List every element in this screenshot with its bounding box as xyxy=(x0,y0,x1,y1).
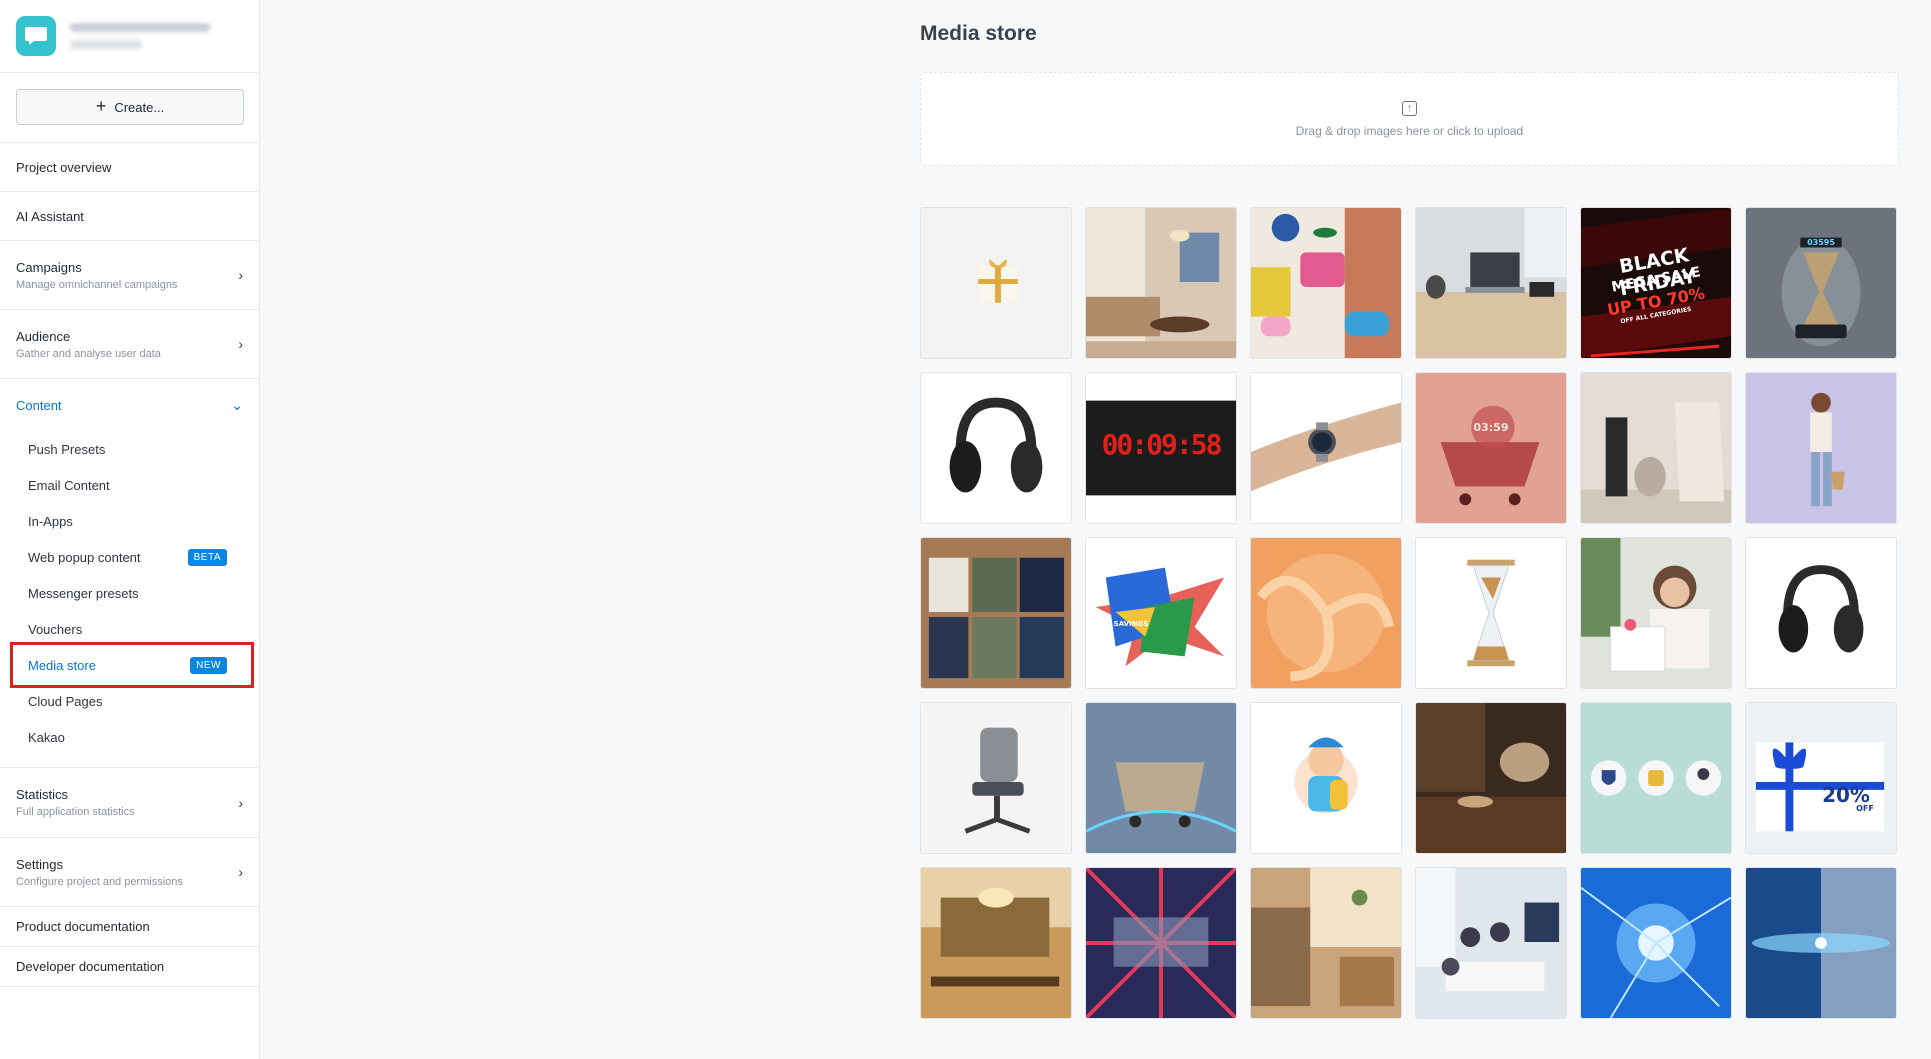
nav-developer-docs[interactable]: Developer documentation xyxy=(0,947,259,987)
media-tile-office-chair[interactable] xyxy=(920,702,1072,854)
nav-content[interactable]: Content ⌄ xyxy=(0,379,259,431)
media-grid: BLACK FRIDAY MEGA SALE UP TO 70% OFF ALL… xyxy=(920,207,1897,1019)
nav-sublabel: Full application statistics xyxy=(16,806,135,818)
media-tile-office-meeting[interactable] xyxy=(1415,867,1567,1019)
chevron-right-icon: › xyxy=(238,336,243,352)
content-item-media-store[interactable]: Media store NEW xyxy=(0,642,259,688)
nav-settings[interactable]: Settings Configure project and permissio… xyxy=(0,838,259,907)
nav-ai-assistant[interactable]: AI Assistant xyxy=(0,192,259,241)
chevron-right-icon: › xyxy=(238,864,243,880)
content-item-messenger-presets[interactable]: Messenger presets xyxy=(0,575,259,611)
content-item-label: Push Presets xyxy=(28,441,106,457)
media-tile-woman-opening-gift[interactable] xyxy=(1580,537,1732,689)
nav-label: Statistics xyxy=(16,787,69,802)
chevron-right-icon: › xyxy=(238,794,243,811)
upload-dropzone[interactable]: ↑ Drag & drop images here or click to up… xyxy=(920,72,1899,166)
content-item-kakao[interactable]: Kakao xyxy=(0,719,259,755)
cart-timer-text: 03:59 xyxy=(1473,421,1509,434)
beta-badge: BETA xyxy=(187,548,227,566)
media-tile-savings-graphic[interactable]: SAVINGS xyxy=(1085,537,1237,689)
media-tile-digital-clock[interactable]: 00:09:58 xyxy=(1085,372,1237,524)
app-logo xyxy=(16,16,56,56)
content-item-email-content[interactable]: Email Content xyxy=(0,467,259,503)
nav-label: Settings xyxy=(16,856,63,872)
media-tile-smartwatch[interactable] xyxy=(1250,372,1402,524)
hourglass-display: 03595 xyxy=(1807,238,1835,247)
clock-display: 00:09:58 xyxy=(1101,428,1223,461)
media-tile-hourglass-timer[interactable]: 03595 xyxy=(1745,207,1897,359)
nav-content-section: Content ⌄ Push Presets Email Content In-… xyxy=(0,379,259,768)
nav-label: Campaigns xyxy=(16,259,82,275)
media-tile-black-friday[interactable]: BLACK FRIDAY MEGA SALE UP TO 70% OFF ALL… xyxy=(1580,207,1732,359)
project-header[interactable] xyxy=(0,0,259,73)
sidebar: + Create... Project overview AI Assistan… xyxy=(0,0,260,1059)
media-tile-home-decor[interactable] xyxy=(1580,372,1732,524)
chevron-right-icon: › xyxy=(238,267,243,283)
nav-project-overview[interactable]: Project overview xyxy=(0,143,259,192)
content-item-in-apps[interactable]: In-Apps xyxy=(0,503,259,539)
media-tile-desk-laptop[interactable] xyxy=(1415,207,1567,359)
media-tile-restaurant-interior[interactable] xyxy=(920,867,1072,1019)
content-item-web-popup[interactable]: Web popup content BETA xyxy=(0,539,259,575)
media-tile-headphones-2[interactable] xyxy=(1745,537,1897,689)
content-item-push-presets[interactable]: Push Presets xyxy=(0,431,259,467)
plus-icon: + xyxy=(95,96,107,116)
nav-sublabel: Manage omnichannel campaigns xyxy=(16,278,178,291)
content-item-label: In-Apps xyxy=(28,513,73,529)
nav-statistics[interactable]: Statistics Full application statistics › xyxy=(0,768,259,838)
media-tile-fashion-accessories[interactable] xyxy=(1250,207,1402,359)
media-tile-hourglass[interactable] xyxy=(1415,537,1567,689)
media-tile-blue-light-burst[interactable] xyxy=(1580,867,1732,1019)
media-tile-blue-particles[interactable] xyxy=(1745,867,1897,1019)
content-item-label: Web popup content xyxy=(28,549,141,565)
discount-off-text: OFF xyxy=(1856,804,1874,813)
nav-label: Product documentation xyxy=(16,919,150,934)
media-tile-folded-clothes[interactable] xyxy=(920,537,1072,689)
media-tile-gift-box[interactable] xyxy=(920,207,1072,359)
content-item-cloud-pages[interactable]: Cloud Pages xyxy=(0,683,259,719)
savings-text: SAVINGS xyxy=(1113,620,1149,628)
nav-label: Project overview xyxy=(16,159,112,175)
nav-label: AI Assistant xyxy=(16,208,84,224)
media-tile-discount-gift[interactable]: 20% OFF xyxy=(1745,702,1897,854)
content-item-label: Kakao xyxy=(28,729,65,745)
nav-label: Audience xyxy=(16,328,71,344)
nav-campaigns[interactable]: Campaigns Manage omnichannel campaigns › xyxy=(0,241,259,310)
media-tile-living-room[interactable] xyxy=(1085,207,1237,359)
nav-product-docs[interactable]: Product documentation xyxy=(0,907,259,947)
content-item-label: Messenger presets xyxy=(28,585,139,601)
media-tile-orange-swirl[interactable] xyxy=(1250,537,1402,689)
selection-highlight xyxy=(10,642,254,688)
chevron-down-icon: ⌄ xyxy=(231,396,243,413)
create-button[interactable]: + Create... xyxy=(16,89,244,125)
page-title: Media store xyxy=(920,22,1037,45)
media-tile-cartoon-character[interactable] xyxy=(1250,702,1402,854)
create-label: Create... xyxy=(114,99,165,115)
upload-icon: ↑ xyxy=(1402,100,1417,116)
media-tile-futuristic-cart[interactable] xyxy=(1085,702,1237,854)
content-item-label: Email Content xyxy=(28,477,110,493)
media-tile-abstract-burst[interactable] xyxy=(1085,867,1237,1019)
media-tile-shopping-cart-timer[interactable]: 03:59 xyxy=(1415,372,1567,524)
nav-sublabel: Gather and analyse user data xyxy=(16,347,161,360)
content-item-label: Vouchers xyxy=(28,621,83,637)
media-tile-rustic-table[interactable] xyxy=(1415,702,1567,854)
media-tile-security-icons[interactable] xyxy=(1580,702,1732,854)
project-switcher[interactable] xyxy=(70,23,210,49)
upload-hint: Drag & drop images here or click to uplo… xyxy=(1295,123,1524,138)
nav-label: Content xyxy=(16,397,62,413)
nav-label: Developer documentation xyxy=(16,959,165,974)
media-tile-woman-shopping[interactable] xyxy=(1745,372,1897,524)
nav-sublabel: Configure project and permissions xyxy=(16,875,183,888)
media-tile-cozy-room[interactable] xyxy=(1250,867,1402,1019)
content-item-label: Cloud Pages xyxy=(28,693,103,709)
nav-audience[interactable]: Audience Gather and analyse user data › xyxy=(0,310,259,379)
media-tile-headphones[interactable] xyxy=(920,372,1072,524)
